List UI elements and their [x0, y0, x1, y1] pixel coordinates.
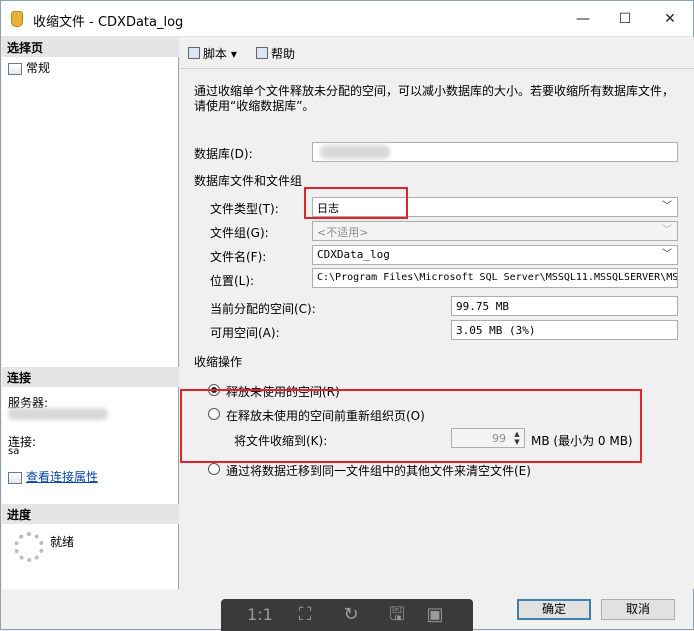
close-button[interactable]: ✕ [656, 7, 684, 31]
location-label: 位置(L): [210, 274, 255, 288]
progress-header: 进度 [2, 504, 179, 524]
chevron-down-icon: ▾ [230, 47, 237, 61]
progress-status: 就绪 [50, 535, 75, 549]
allocated-label: 当前分配的空间(C): [210, 302, 316, 316]
help-button[interactable]: 帮助 [256, 45, 295, 62]
empty-file-radio[interactable] [208, 463, 220, 475]
properties-icon [8, 471, 22, 484]
empty-file-label: 通过将数据迁移到同一文件组中的其他文件来清空文件(E) [226, 464, 531, 478]
title-bar: 收缩文件 - CDXData_log — ☐ ✕ [1, 1, 693, 37]
free-space-label: 可用空间(A): [210, 326, 280, 340]
main-content: 脚本 ▾ 帮助 通过收缩单个文件释放未分配的空间，可以减小数据库的大小。若要收缩… [180, 37, 694, 589]
database-label: 数据库(D): [194, 147, 253, 161]
free-space-field[interactable]: 3.05 MB (3%) [451, 320, 678, 340]
shrink-file-dialog: 收缩文件 - CDXData_log — ☐ ✕ 选择页 常规 连接 服务器: … [0, 0, 694, 631]
connection-header: 连接 [2, 367, 179, 387]
help-icon [256, 47, 268, 59]
chevron-down-icon: ﹀ [662, 201, 672, 212]
file-type-highlight [304, 187, 408, 219]
progress-spinner-icon [14, 532, 44, 562]
filename-value: CDXData_log [317, 248, 390, 261]
page-icon [8, 62, 22, 75]
ok-button[interactable]: 确定 [517, 599, 591, 620]
window-title: 收缩文件 - CDXData_log [33, 15, 184, 30]
help-label: 帮助 [271, 47, 296, 61]
server-value-redacted [8, 408, 108, 420]
maximize-button[interactable]: ☐ [611, 7, 639, 31]
actual-size-button[interactable]: 1:1 [247, 604, 273, 626]
left-pane: 选择页 常规 连接 服务器: 连接: sa 查看连接属性 进度 就绪 [2, 37, 179, 589]
filegroup-label: 文件组(G): [210, 226, 269, 240]
script-button[interactable]: 脚本 ▾ [188, 45, 237, 62]
fullscreen-icon[interactable]: ▣ [423, 604, 447, 626]
filegroup-select: <不适用> ﹀ [312, 221, 678, 241]
chevron-down-icon: ﹀ [662, 225, 672, 236]
shrink-action-header: 收缩操作 [194, 355, 243, 369]
files-group-header: 数据库文件和文件组 [194, 174, 303, 188]
reorganize-highlight [180, 389, 642, 463]
view-connection-properties-label: 查看连接属性 [26, 470, 99, 484]
chevron-down-icon: ﹀ [662, 249, 672, 260]
image-viewer-toolbar: 1:1 ⛶ ↻ 🖫 ▣ [221, 599, 473, 631]
page-item-general[interactable]: 常规 [8, 59, 50, 76]
location-field[interactable]: C:\Program Files\Microsoft SQL Server\MS… [312, 268, 678, 288]
select-page-header: 选择页 [2, 37, 179, 57]
cancel-button[interactable]: 取消 [601, 599, 675, 620]
rotate-icon[interactable]: ↻ [339, 604, 363, 626]
save-icon[interactable]: 🖫 [385, 604, 409, 626]
file-type-label: 文件类型(T): [210, 202, 279, 216]
filegroup-value: <不适用> [317, 226, 369, 239]
description-text: 通过收缩单个文件释放未分配的空间，可以减小数据库的大小。若要收缩所有数据库文件，… [194, 84, 675, 113]
minimize-button[interactable]: — [569, 7, 597, 31]
script-label: 脚本 [203, 47, 228, 61]
allocated-field[interactable]: 99.75 MB [451, 296, 678, 316]
toolbar: 脚本 ▾ 帮助 [180, 37, 694, 69]
view-connection-properties-link[interactable]: 查看连接属性 [8, 468, 98, 485]
filename-select[interactable]: CDXData_log ﹀ [312, 245, 678, 265]
page-item-label: 常规 [26, 61, 51, 75]
filename-label: 文件名(F): [210, 250, 267, 264]
script-icon [188, 47, 200, 59]
fit-screen-icon[interactable]: ⛶ [293, 604, 317, 626]
database-value-redacted [320, 145, 390, 159]
database-icon [11, 11, 23, 27]
connection-value: sa [8, 446, 20, 457]
